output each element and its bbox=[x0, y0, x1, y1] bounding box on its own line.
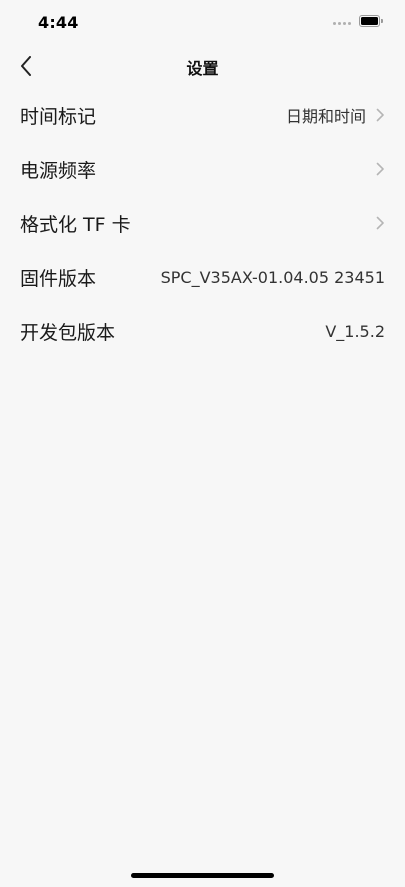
row-value: SPC_V35AX-01.04.05 23451 bbox=[160, 267, 385, 287]
settings-screen: 4:44 设置 时间标记 日期和时间 电源频率 格式化 TF 卡 固件版本 SP… bbox=[0, 0, 405, 887]
row-label: 格式化 TF 卡 bbox=[20, 213, 131, 236]
row-label: 开发包版本 bbox=[20, 321, 116, 344]
row-label: 固件版本 bbox=[20, 267, 97, 290]
status-time: 4:44 bbox=[38, 13, 79, 32]
battery-icon bbox=[359, 15, 383, 27]
row-value: V_1.5.2 bbox=[325, 321, 385, 341]
settings-row-power-frequency[interactable]: 电源频率 bbox=[0, 142, 405, 196]
status-bar: 4:44 bbox=[0, 0, 405, 44]
row-value: 日期和时间 bbox=[285, 107, 366, 126]
row-label: 电源频率 bbox=[20, 159, 97, 182]
signal-icon bbox=[333, 22, 351, 25]
page-title: 设置 bbox=[186, 59, 219, 78]
chevron-right-icon bbox=[376, 108, 384, 122]
chevron-right-icon bbox=[376, 162, 384, 176]
row-label: 时间标记 bbox=[20, 105, 97, 128]
chevron-right-icon bbox=[376, 216, 384, 230]
settings-list: 时间标记 日期和时间 电源频率 格式化 TF 卡 固件版本 SPC_V35AX-… bbox=[0, 88, 405, 358]
home-indicator[interactable] bbox=[131, 873, 274, 878]
settings-row-firmware-version: 固件版本 SPC_V35AX-01.04.05 23451 bbox=[0, 250, 405, 304]
settings-row-sdk-version: 开发包版本 V_1.5.2 bbox=[0, 304, 405, 358]
settings-row-format-tf-card[interactable]: 格式化 TF 卡 bbox=[0, 196, 405, 250]
settings-row-timestamp[interactable]: 时间标记 日期和时间 bbox=[0, 88, 405, 142]
nav-bar: 设置 bbox=[0, 44, 405, 88]
